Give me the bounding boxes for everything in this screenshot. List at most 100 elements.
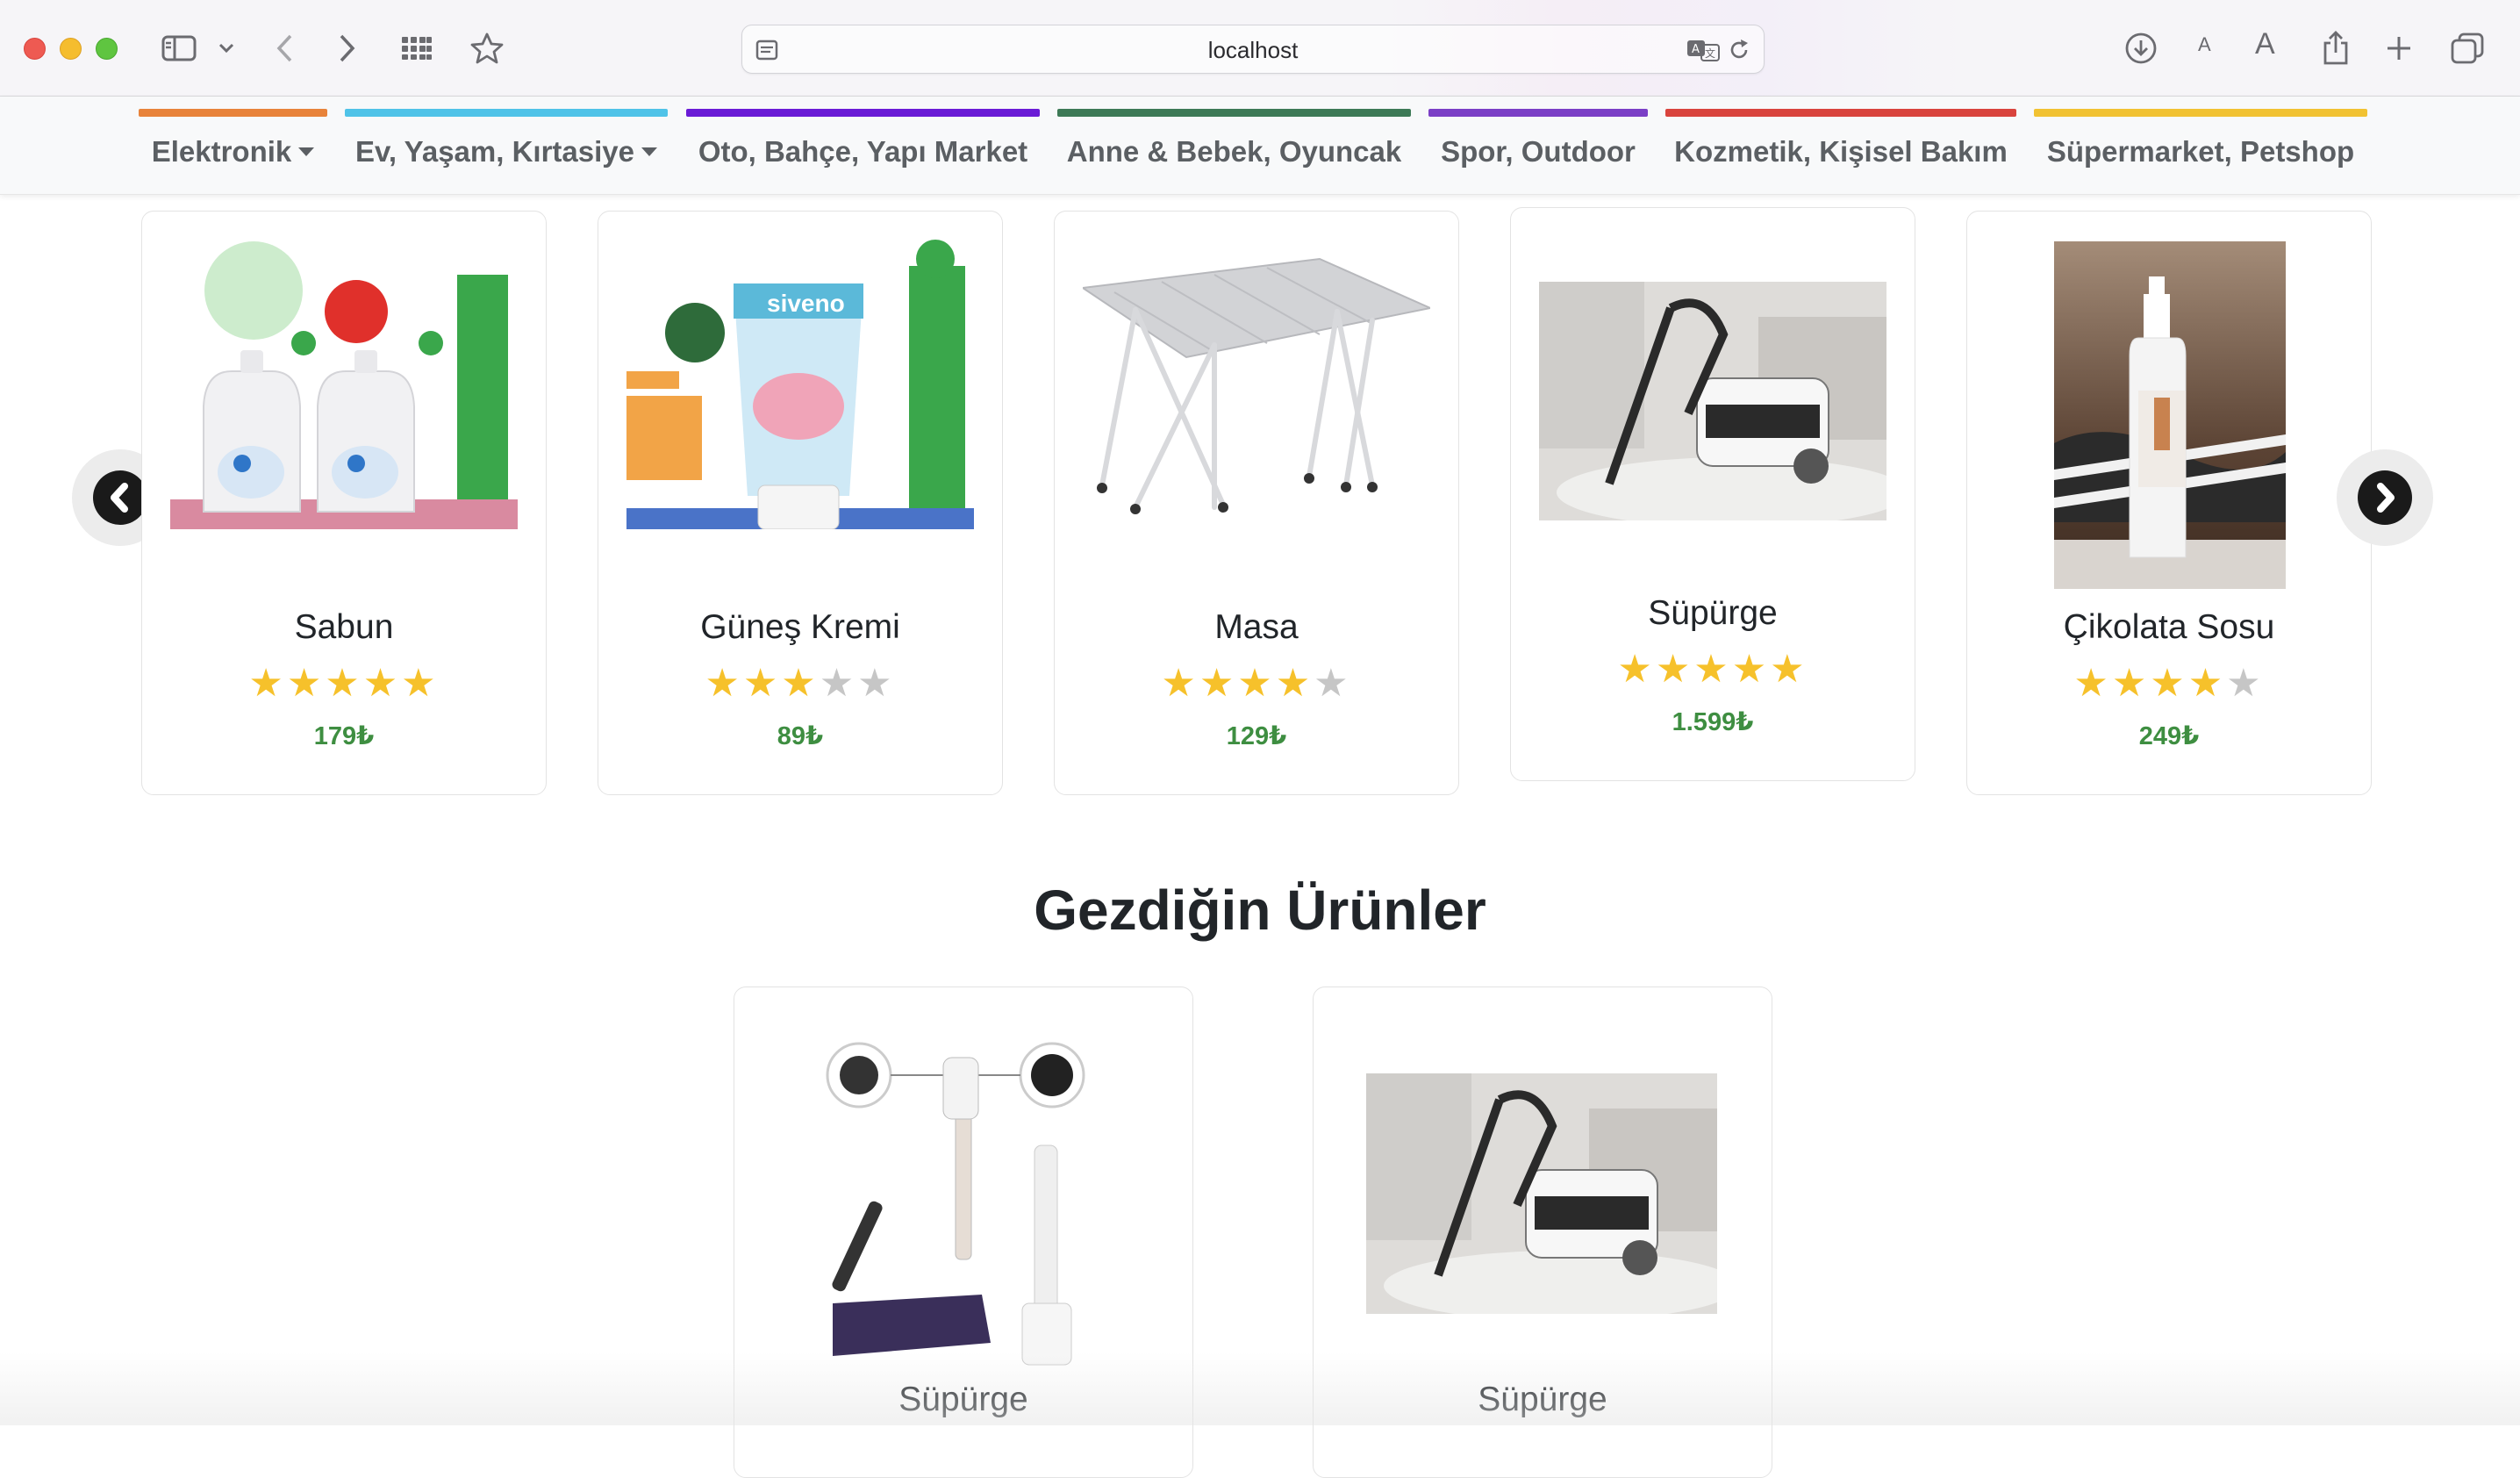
browser-toolbar: localhost A文 A A <box>0 0 2520 97</box>
increase-font-button[interactable]: A <box>2255 27 2275 61</box>
category-color-bar <box>686 109 1040 117</box>
category-color-bar <box>1057 109 1411 117</box>
chevron-left-icon <box>93 470 147 525</box>
product-image-folding-table <box>1083 240 1430 529</box>
forward-icon[interactable] <box>333 26 360 70</box>
product-title: Süpürge <box>1478 1381 1607 1418</box>
product-card[interactable]: Sabun ★★★★★ 179₺ <box>141 211 547 795</box>
svg-text:文: 文 <box>1705 47 1715 60</box>
category-color-bar <box>1665 109 2016 117</box>
tab-overview-icon[interactable] <box>2448 26 2487 70</box>
rating-stars: ★★★★★ <box>1967 664 2371 703</box>
star-filled-icon: ★ <box>1275 662 1314 705</box>
star-filled-icon: ★ <box>1770 648 1808 691</box>
product-card[interactable]: Masa ★★★★★ 129₺ <box>1054 211 1459 795</box>
rating-stars: ★★★★★ <box>142 664 546 703</box>
star-filled-icon: ★ <box>325 662 363 705</box>
category-oto-bahce-yapi-market[interactable]: Oto, Bahçe, Yapı Market <box>686 109 1040 179</box>
product-price: 129₺ <box>1226 722 1287 750</box>
product-image-detergent <box>170 240 518 529</box>
product-image-wet-vacuum <box>1539 282 1886 520</box>
category-kozmetik-kisisel-bakim[interactable]: Kozmetik, Kişisel Bakım <box>1665 109 2016 179</box>
tab-overview-grid-icon[interactable] <box>399 26 434 70</box>
reload-icon[interactable] <box>1727 38 1751 67</box>
category-color-bar <box>139 109 327 117</box>
product-price: 249₺ <box>2138 722 2200 750</box>
star-filled-icon: ★ <box>1237 662 1276 705</box>
star-filled-icon: ★ <box>2111 662 2151 705</box>
rating-stars: ★★★★★ <box>1055 664 1458 703</box>
star-filled-icon: ★ <box>1199 662 1238 705</box>
category-label: Ev, Yaşam, Kırtasiye <box>345 135 668 169</box>
address-bar[interactable]: localhost A文 <box>741 25 1765 74</box>
decrease-font-button[interactable]: A <box>2198 33 2211 56</box>
carousel-next-button[interactable] <box>2337 449 2433 546</box>
product-card[interactable]: Süpürge ★★★★★ 1.599₺ <box>1510 207 1915 781</box>
section-title-visited: Gezdiğin Ürünler <box>1034 879 1486 942</box>
category-ev-yasam-kirtasiye[interactable]: Ev, Yaşam, Kırtasiye <box>345 109 668 179</box>
product-title: Güneş Kremi <box>700 608 900 646</box>
back-icon[interactable] <box>272 26 298 70</box>
close-window-button[interactable] <box>24 38 46 60</box>
dropdown-caret-icon <box>641 147 657 156</box>
product-title: Masa <box>1214 608 1299 646</box>
product-image-sauce-bottle <box>2054 241 2286 589</box>
address-text: localhost <box>1207 37 1299 63</box>
product-title: Süpürge <box>898 1381 1028 1418</box>
star-filled-icon: ★ <box>1617 648 1656 691</box>
star-filled-icon: ★ <box>2073 662 2112 705</box>
visited-product-card[interactable]: Süpürge <box>734 987 1193 1478</box>
product-image-sunscreen: siveno <box>626 240 974 529</box>
new-tab-plus-icon[interactable] <box>2381 26 2416 70</box>
rating-stars: ★★★★★ <box>1511 650 1915 689</box>
translate-icon[interactable]: A文 <box>1686 38 1722 67</box>
star-filled-icon: ★ <box>2150 662 2188 705</box>
category-label: Spor, Outdoor <box>1441 135 1636 168</box>
category-label: Süpermarket, Petshop <box>2046 135 2355 168</box>
category-nav: Elektronik Ev, Yaşam, Kırtasiye Oto, Bah… <box>0 97 2520 195</box>
product-price: 1.599₺ <box>1672 708 1754 736</box>
zoom-window-button[interactable] <box>96 38 118 60</box>
sidebar-toggle-icon[interactable] <box>158 26 200 70</box>
star-filled-icon: ★ <box>362 662 402 705</box>
star-filled-icon: ★ <box>1161 662 1199 705</box>
category-label: Elektronik <box>139 135 327 169</box>
category-color-bar <box>345 109 668 117</box>
star-empty-icon: ★ <box>2226 662 2265 705</box>
star-filled-icon: ★ <box>401 662 440 705</box>
minimize-window-button[interactable] <box>60 38 82 60</box>
product-card[interactable]: Çikolata Sosu ★★★★★ 249₺ <box>1966 211 2372 795</box>
svg-text:A: A <box>1692 43 1700 56</box>
category-anne-bebek-oyuncak[interactable]: Anne & Bebek, Oyuncak <box>1057 109 1411 179</box>
product-card[interactable]: siveno Güneş Kremi ★★★★★ 89₺ <box>598 211 1003 795</box>
star-filled-icon: ★ <box>1655 648 1694 691</box>
star-filled-icon: ★ <box>742 662 782 705</box>
category-label: Kozmetik, Kişisel Bakım <box>1674 135 2008 168</box>
downloads-icon[interactable] <box>2122 26 2160 70</box>
category-spor-outdoor[interactable]: Spor, Outdoor <box>1428 109 1648 179</box>
star-filled-icon: ★ <box>1731 648 1771 691</box>
product-title: Süpürge <box>1648 594 1778 632</box>
bookmark-star-icon[interactable] <box>469 26 505 70</box>
star-filled-icon: ★ <box>286 662 326 705</box>
category-label: Oto, Bahçe, Yapı Market <box>698 135 1028 168</box>
star-empty-icon: ★ <box>857 662 896 705</box>
svg-text:siveno: siveno <box>767 290 845 317</box>
bottom-shadow <box>0 1352 2520 1425</box>
chevron-down-icon[interactable] <box>216 26 237 70</box>
star-filled-icon: ★ <box>705 662 743 705</box>
category-elektronik[interactable]: Elektronik <box>139 109 327 179</box>
dropdown-caret-icon <box>298 147 315 156</box>
visited-product-card[interactable]: Süpürge <box>1313 987 1772 1478</box>
category-supermarket-petshop[interactable]: Süpermarket, Petshop <box>2034 109 2367 179</box>
product-price: 179₺ <box>313 722 375 750</box>
chevron-right-icon <box>2358 470 2412 525</box>
star-filled-icon: ★ <box>1693 648 1732 691</box>
star-empty-icon: ★ <box>1314 662 1352 705</box>
share-icon[interactable] <box>2318 26 2353 70</box>
product-title: Sabun <box>294 608 394 646</box>
star-filled-icon: ★ <box>248 662 287 705</box>
category-label: Anne & Bebek, Oyuncak <box>1066 135 1402 168</box>
product-price: 89₺ <box>777 722 824 750</box>
category-color-bar <box>2034 109 2367 117</box>
